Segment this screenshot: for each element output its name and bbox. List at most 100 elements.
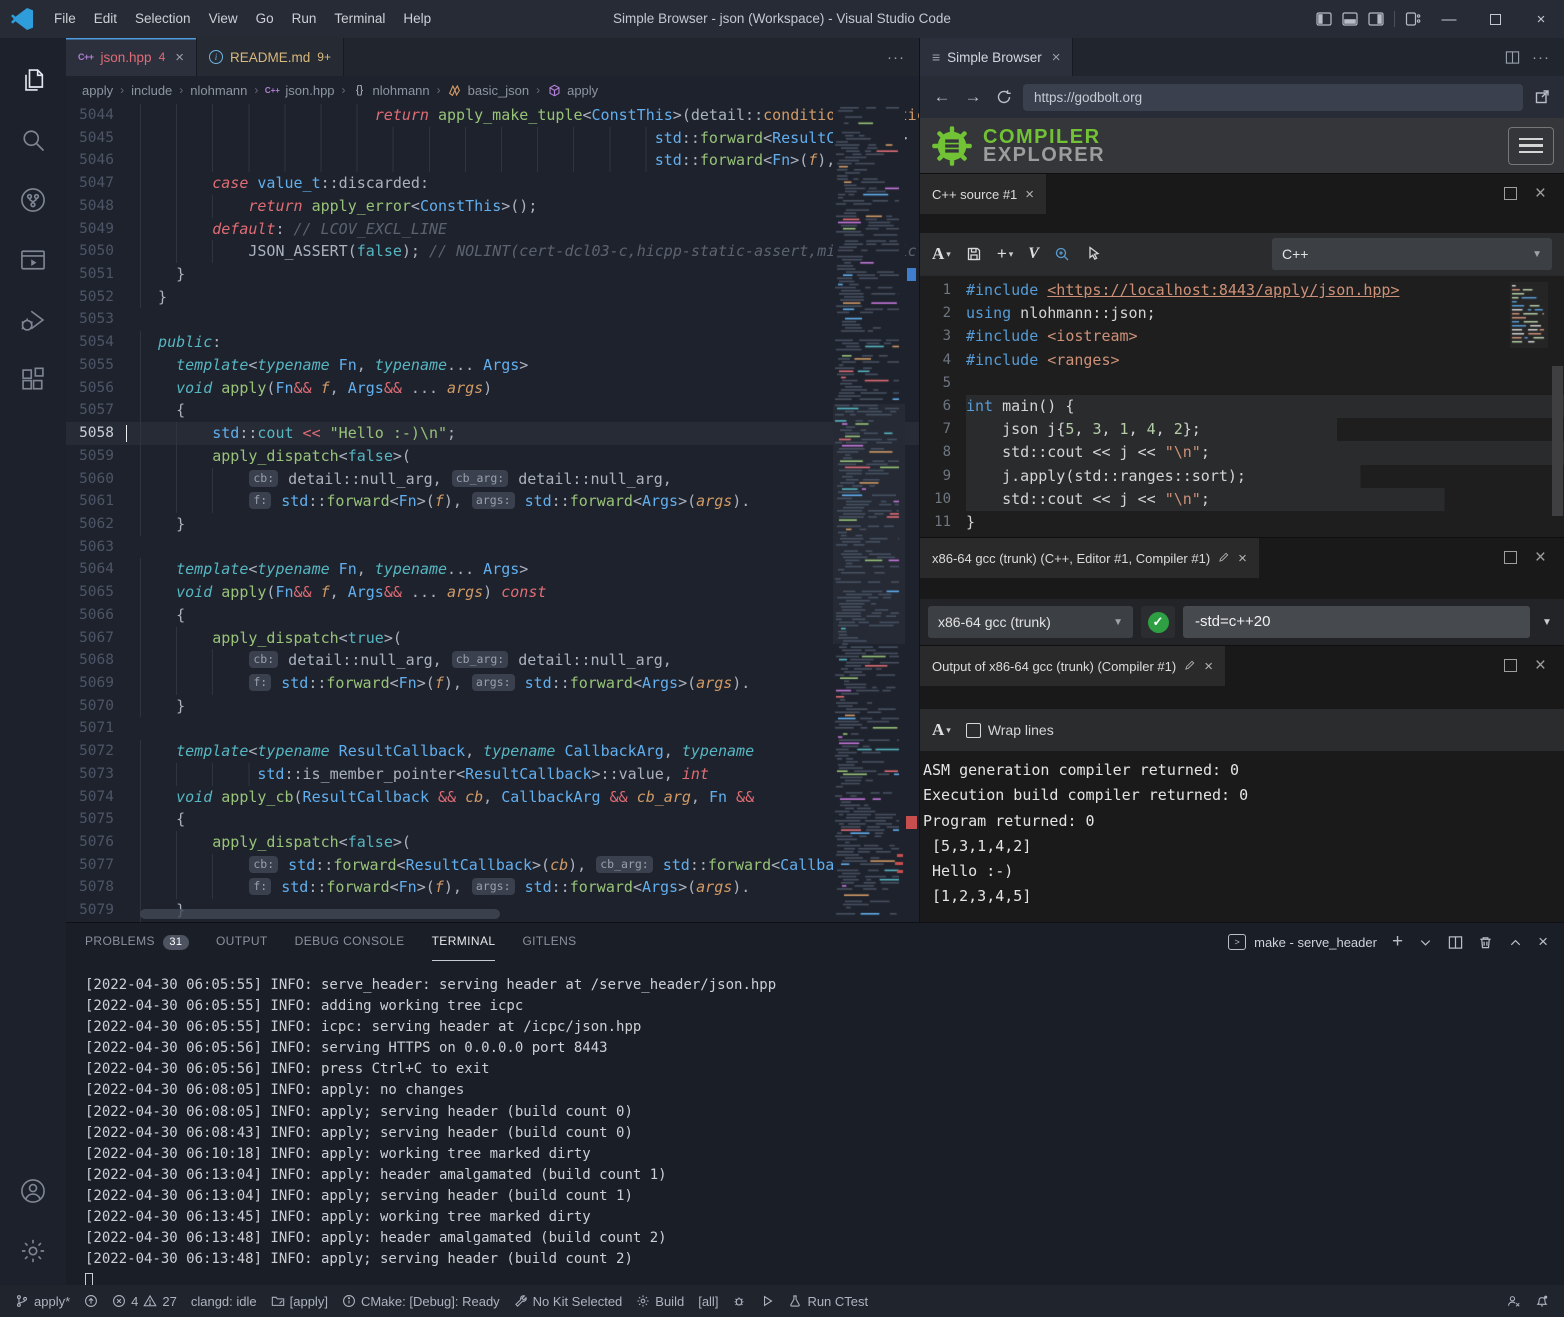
panel-tab-output[interactable]: OUTPUT: [216, 923, 268, 961]
maximize-button[interactable]: [1472, 0, 1518, 38]
status-git-branch[interactable]: apply*: [8, 1285, 77, 1317]
vim-mode-icon[interactable]: V: [1028, 245, 1039, 263]
close-icon[interactable]: ×: [1238, 550, 1247, 567]
menu-selection[interactable]: Selection: [126, 0, 200, 38]
toggle-sidebar-icon[interactable]: [1311, 0, 1337, 38]
panel-tab-debug-console[interactable]: DEBUG CONSOLE: [295, 923, 405, 961]
compiler-select[interactable]: x86-64 gcc (trunk) ▼: [928, 606, 1133, 638]
close-panel-icon[interactable]: ×: [1538, 932, 1548, 952]
close-pane-icon[interactable]: ×: [1535, 187, 1546, 200]
close-window-button[interactable]: ×: [1518, 0, 1564, 38]
status-build-target[interactable]: [all]: [691, 1285, 725, 1317]
status-debug-button[interactable]: [725, 1285, 753, 1317]
menu-view[interactable]: View: [200, 0, 247, 38]
wrap-lines-checkbox[interactable]: [966, 723, 981, 738]
menu-file[interactable]: File: [45, 0, 85, 38]
tab-readme-md[interactable]: README.md 9+: [197, 38, 344, 76]
breadcrumb-item[interactable]: include: [131, 83, 172, 98]
edit-icon[interactable]: [1184, 659, 1196, 674]
status-problems-summary[interactable]: 427: [105, 1285, 184, 1317]
hamburger-menu-icon[interactable]: [1508, 127, 1554, 165]
maximize-pane-icon[interactable]: [1504, 659, 1517, 672]
breadcrumb-item[interactable]: nlohmann: [373, 83, 430, 98]
tab-json-hpp[interactable]: json.hpp 4 ×: [66, 38, 197, 76]
maximize-panel-icon[interactable]: [1508, 935, 1523, 950]
breadcrumb-item[interactable]: apply: [82, 83, 113, 98]
activity-bar-extensions[interactable]: [9, 354, 57, 406]
terminal-dropdown-icon[interactable]: [1418, 935, 1433, 950]
menu-run[interactable]: Run: [283, 0, 326, 38]
tab-simple-browser[interactable]: Simple Browser ×: [920, 38, 1073, 76]
cursor-jump-icon[interactable]: [1085, 246, 1101, 262]
horizontal-scrollbar[interactable]: [140, 909, 500, 919]
options-dropdown-icon[interactable]: ▼: [1538, 617, 1556, 628]
breadcrumb-item[interactable]: nlohmann: [190, 83, 247, 98]
zoom-icon[interactable]: [1054, 246, 1070, 262]
toggle-secondary-sidebar-icon[interactable]: [1363, 0, 1389, 38]
status-cmake-status[interactable]: CMake: [Debug]: Ready: [335, 1285, 507, 1317]
status-feedback[interactable]: [1500, 1285, 1528, 1317]
close-pane-icon[interactable]: ×: [1535, 551, 1546, 564]
minimap[interactable]: [833, 104, 905, 922]
split-terminal-icon[interactable]: [1448, 935, 1463, 950]
activity-bar-explorer[interactable]: [9, 54, 57, 106]
customize-layout-icon[interactable]: [1400, 0, 1426, 38]
split-editor-icon[interactable]: [1505, 50, 1520, 65]
status-run-ctest[interactable]: Run CTest: [781, 1285, 875, 1317]
add-pane-button[interactable]: +▾: [997, 244, 1013, 264]
editor-actions-more-icon[interactable]: ···: [887, 49, 905, 66]
status-cmake-build[interactable]: Build: [629, 1285, 691, 1317]
forward-icon[interactable]: →: [961, 87, 985, 107]
kill-terminal-icon[interactable]: [1478, 935, 1493, 950]
breadcrumb-item[interactable]: json.hpp: [285, 83, 334, 98]
close-icon[interactable]: ×: [1025, 186, 1034, 203]
activity-bar-settings[interactable]: [9, 1225, 57, 1277]
breadcrumb-item[interactable]: basic_json: [468, 83, 529, 98]
close-icon[interactable]: ×: [1052, 49, 1061, 66]
maximize-pane-icon[interactable]: [1504, 187, 1517, 200]
status-notifications[interactable]: [1528, 1285, 1556, 1317]
toggle-panel-icon[interactable]: [1337, 0, 1363, 38]
status-active-project[interactable]: [apply]: [264, 1285, 335, 1317]
compiler-pane-tab[interactable]: x86-64 gcc (trunk) (C++, Editor #1, Comp…: [920, 538, 1259, 578]
menu-terminal[interactable]: Terminal: [325, 0, 394, 38]
save-icon[interactable]: [966, 246, 982, 262]
url-input[interactable]: https://godbolt.org: [1023, 84, 1523, 111]
font-size-button[interactable]: A▾: [932, 720, 951, 740]
output-pane-tab[interactable]: Output of x86-64 gcc (trunk) (Compiler #…: [920, 646, 1225, 686]
browser-more-icon[interactable]: ···: [1532, 49, 1550, 66]
status-cmake-kit[interactable]: No Kit Selected: [507, 1285, 630, 1317]
font-size-button[interactable]: A▾: [932, 244, 951, 264]
menu-help[interactable]: Help: [394, 0, 440, 38]
activity-bar-source-control[interactable]: [9, 174, 57, 226]
source-pane-tab[interactable]: C++ source #1 ×: [920, 174, 1046, 214]
activity-bar-search[interactable]: [9, 114, 57, 166]
menu-edit[interactable]: Edit: [85, 0, 126, 38]
close-icon[interactable]: ×: [175, 49, 184, 66]
activity-bar-live-preview[interactable]: [9, 234, 57, 286]
status-run-button[interactable]: [753, 1285, 781, 1317]
back-icon[interactable]: ←: [930, 87, 954, 107]
ce-scrollbar[interactable]: [1552, 366, 1563, 516]
reload-icon[interactable]: [992, 89, 1016, 105]
status-publish-changes[interactable]: [77, 1285, 105, 1317]
activity-bar-accounts[interactable]: [9, 1165, 57, 1217]
panel-tab-gitlens[interactable]: GITLENS: [522, 923, 576, 961]
breadcrumb-item[interactable]: apply: [567, 83, 598, 98]
edit-icon[interactable]: [1218, 551, 1230, 566]
code-editor[interactable]: 5044504550465047504850495050505150525053…: [66, 104, 919, 922]
language-select[interactable]: C++ ▼: [1272, 238, 1552, 270]
new-terminal-icon[interactable]: +: [1392, 931, 1403, 953]
terminal[interactable]: [2022-04-30 06:05:55] INFO: serve_header…: [66, 961, 1564, 1285]
close-pane-icon[interactable]: ×: [1535, 659, 1546, 672]
maximize-pane-icon[interactable]: [1504, 551, 1517, 564]
activity-bar-run-debug[interactable]: [9, 294, 57, 346]
minimize-button[interactable]: —: [1426, 0, 1472, 38]
close-icon[interactable]: ×: [1204, 658, 1213, 675]
terminal-instance-label[interactable]: make - serve_header: [1254, 935, 1377, 950]
status-clangd-status[interactable]: clangd: idle: [184, 1285, 264, 1317]
ce-source-editor[interactable]: 1234567891011 #include <https://localhos…: [920, 275, 1564, 537]
panel-tab-terminal[interactable]: TERMINAL: [432, 923, 496, 961]
menu-go[interactable]: Go: [247, 0, 283, 38]
panel-tab-problems[interactable]: PROBLEMS31: [85, 923, 189, 961]
